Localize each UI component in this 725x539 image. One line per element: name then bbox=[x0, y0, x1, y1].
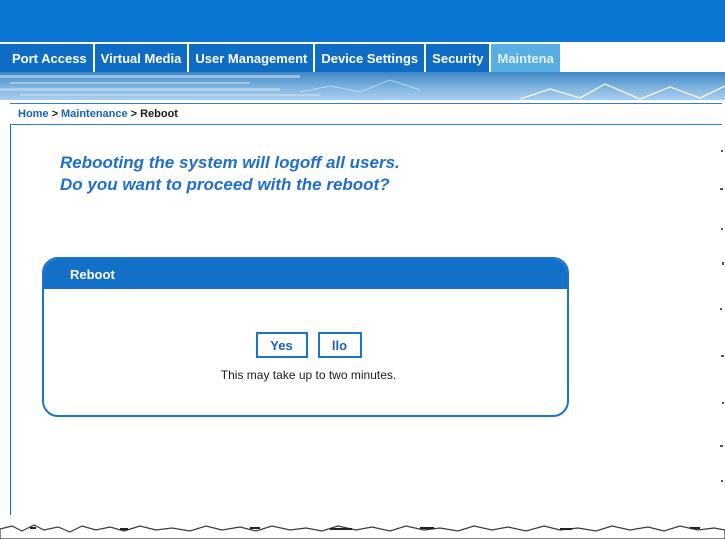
header-banner bbox=[0, 0, 725, 42]
content-border bbox=[10, 125, 11, 515]
no-button[interactable]: llo bbox=[317, 332, 362, 358]
breadcrumb-separator: > bbox=[130, 108, 138, 120]
confirm-button-row: Yes llo bbox=[44, 332, 567, 358]
tab-virtual-media[interactable]: Virtual Media bbox=[94, 44, 190, 72]
breadcrumb-home-link[interactable]: Home bbox=[18, 108, 49, 120]
main-tab-bar: Port Access Virtual Media User Managemen… bbox=[0, 42, 725, 72]
yes-button[interactable]: Yes bbox=[255, 332, 308, 358]
reboot-warning-message: Rebooting the system will logoff all use… bbox=[60, 152, 400, 196]
tab-maintenance[interactable]: Maintena bbox=[491, 44, 560, 72]
decorative-banner-strip bbox=[0, 72, 725, 100]
tab-port-access[interactable]: Port Access bbox=[0, 44, 95, 72]
tab-user-management[interactable]: User Management bbox=[189, 44, 316, 72]
breadcrumb: Home > Maintenance > Reboot bbox=[10, 103, 722, 125]
breadcrumb-maintenance-link[interactable]: Maintenance bbox=[61, 108, 128, 120]
torn-edge-specks bbox=[720, 150, 724, 482]
breadcrumb-current-page: Reboot bbox=[140, 108, 178, 120]
reboot-panel: Reboot Yes llo This may take up to two m… bbox=[42, 257, 569, 417]
torn-bottom-edge bbox=[0, 524, 725, 539]
warning-line-1: Rebooting the system will logoff all use… bbox=[60, 153, 400, 172]
breadcrumb-separator: > bbox=[51, 108, 58, 120]
tab-device-settings[interactable]: Device Settings bbox=[315, 44, 427, 72]
reboot-duration-note: This may take up to two minutes. bbox=[220, 368, 397, 382]
tab-security[interactable]: Security bbox=[426, 44, 492, 72]
warning-line-2: Do you want to proceed with the reboot? bbox=[60, 175, 390, 194]
panel-title: Reboot bbox=[44, 259, 567, 289]
